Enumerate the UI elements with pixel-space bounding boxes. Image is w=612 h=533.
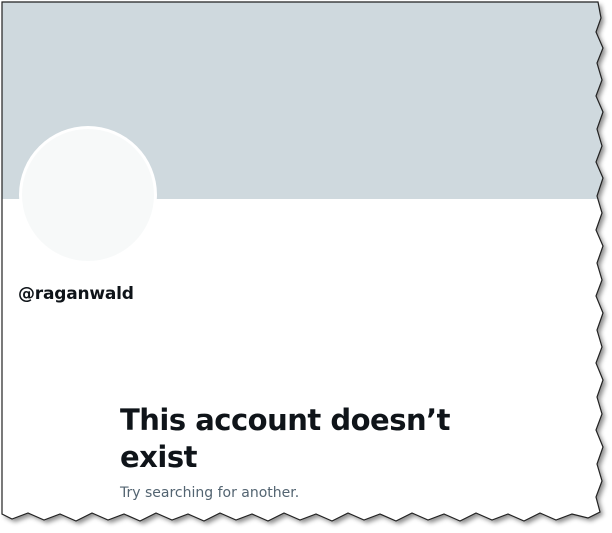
avatar[interactable] — [22, 129, 154, 261]
account-missing-headline: This account doesn’t exist — [120, 403, 451, 474]
account-missing-subtext: Try searching for another. — [120, 485, 300, 501]
screenshot-frame: @raganwald This account doesn’t exist Tr… — [0, 0, 612, 533]
profile-handle: @raganwald — [18, 284, 134, 304]
